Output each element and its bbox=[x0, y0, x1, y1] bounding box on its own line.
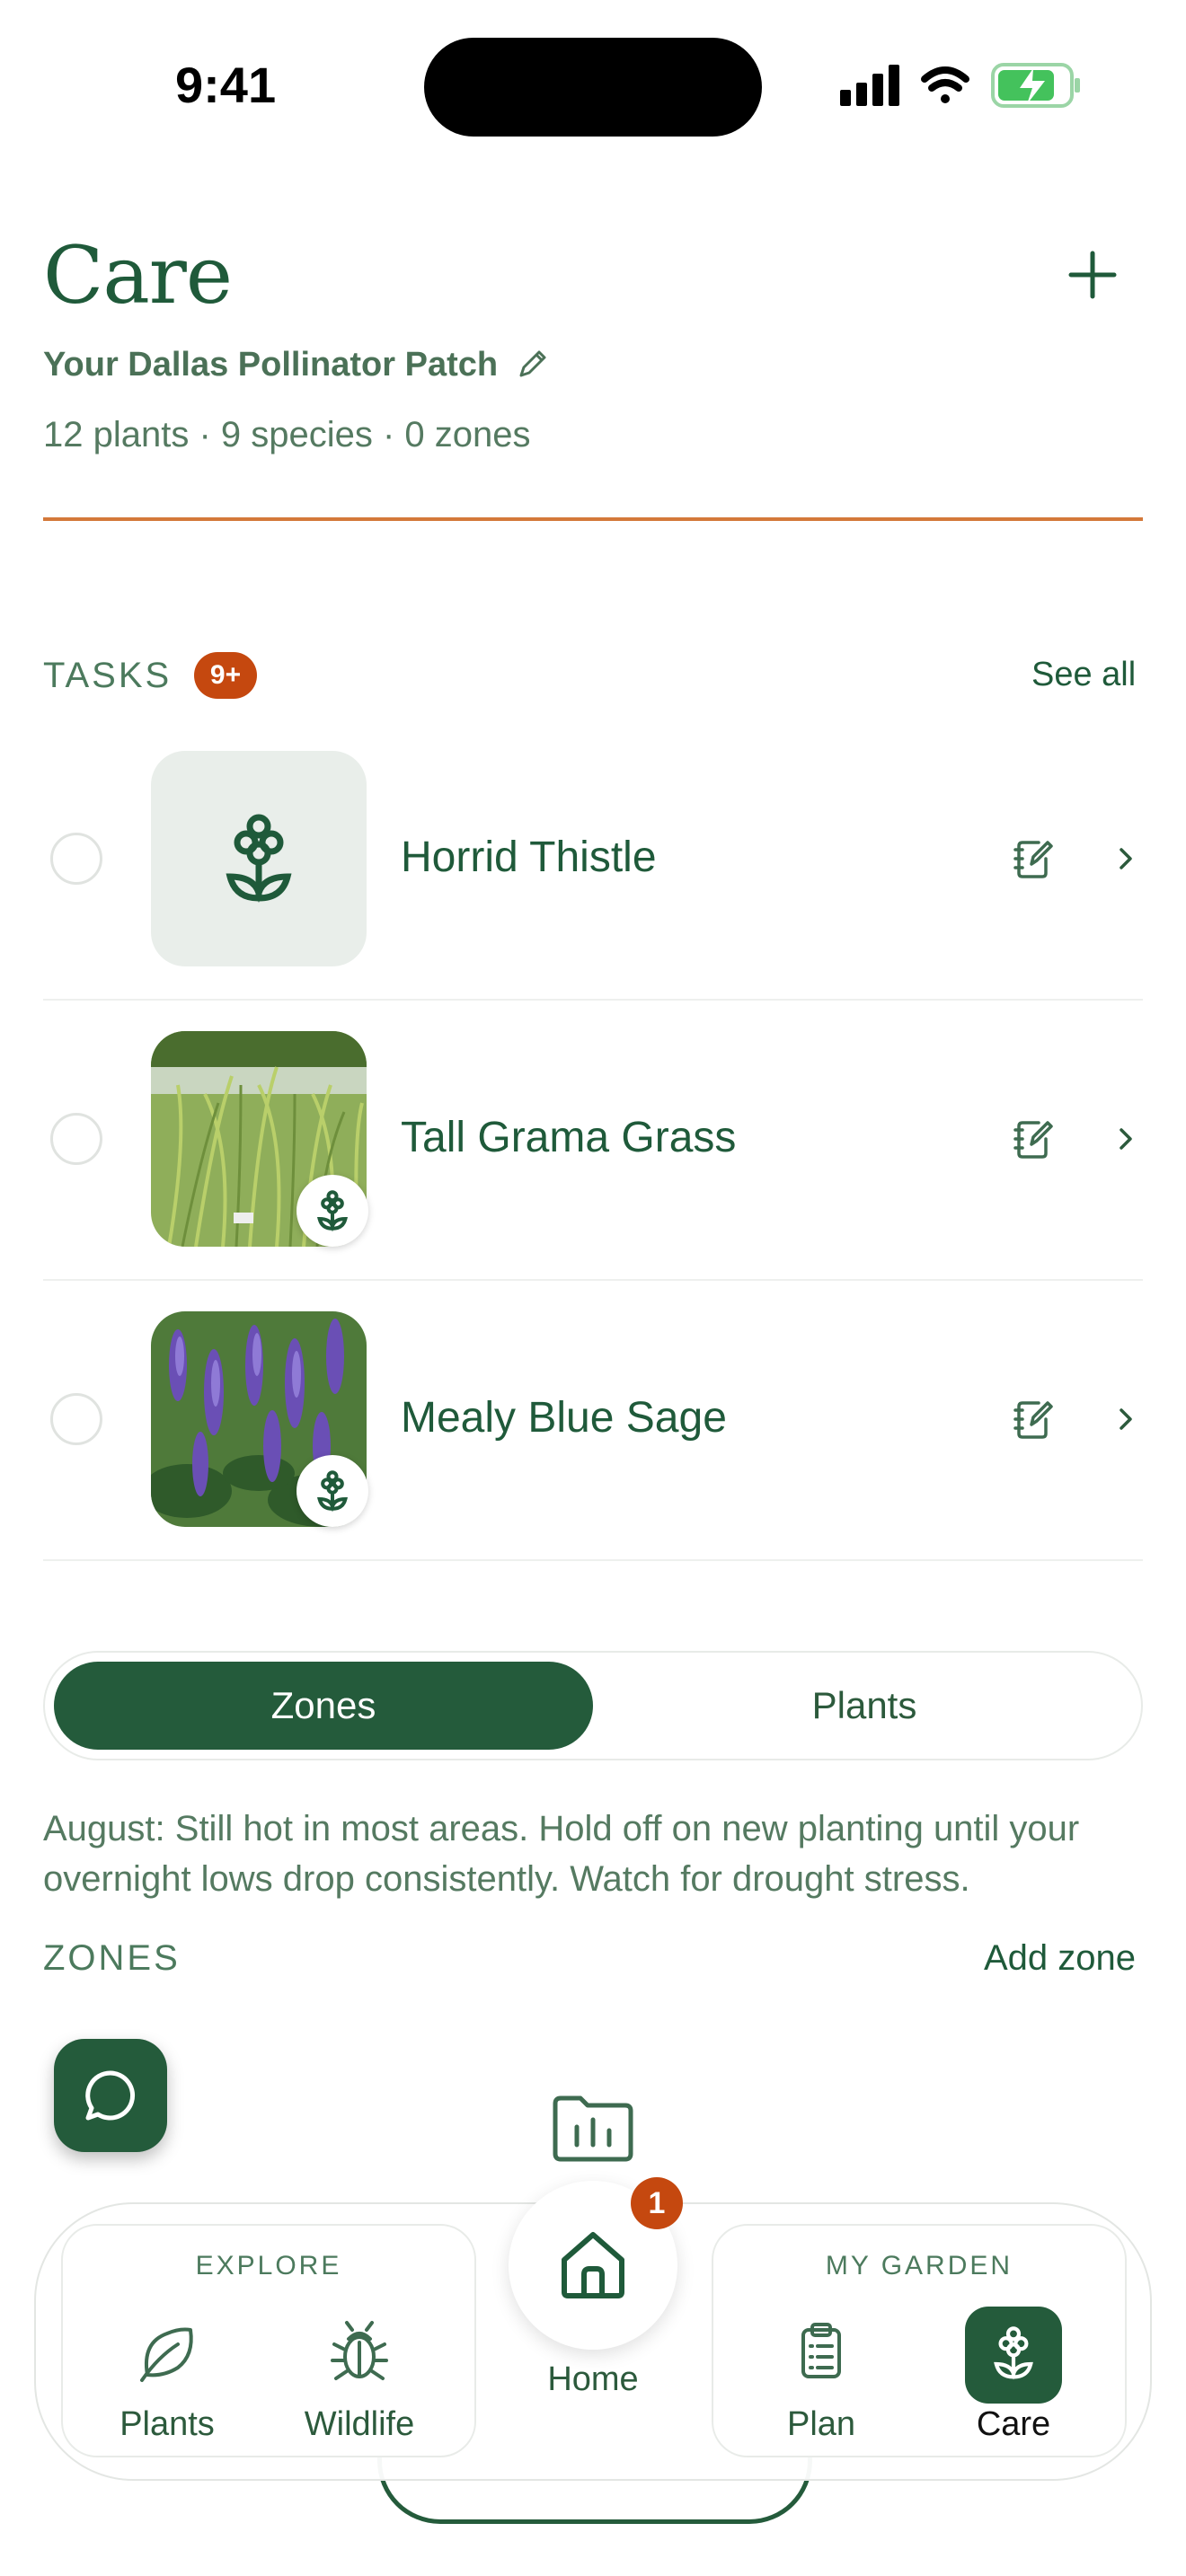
seasonal-advice: August: Still hot in most areas. Hold of… bbox=[43, 1809, 1080, 1899]
task-row[interactable]: Horrid Thistle bbox=[43, 719, 1143, 1001]
tasks-heading: TASKS bbox=[43, 656, 173, 695]
chevron-right-icon[interactable] bbox=[1112, 841, 1139, 877]
task-checkbox[interactable] bbox=[50, 1393, 102, 1445]
chevron-right-icon[interactable] bbox=[1112, 1121, 1139, 1157]
note-edit-icon[interactable] bbox=[1012, 1117, 1055, 1160]
task-row[interactable]: Mealy Blue Sage bbox=[43, 1279, 1143, 1561]
see-all-link[interactable]: See all bbox=[1031, 656, 1136, 694]
care-active-indicator bbox=[965, 2307, 1062, 2404]
folder-chart-icon[interactable] bbox=[550, 2093, 636, 2165]
pencil-icon[interactable] bbox=[516, 347, 550, 381]
add-zone-link[interactable]: Add zone bbox=[984, 1938, 1136, 1979]
status-icons bbox=[840, 63, 1080, 108]
wifi-icon bbox=[921, 66, 969, 103]
explore-group: EXPLORE Plants Wildlife bbox=[61, 2224, 476, 2457]
tab-plan-label: Plan bbox=[786, 2405, 856, 2443]
battery-icon bbox=[991, 63, 1080, 108]
signal-icon bbox=[840, 65, 899, 106]
note-edit-icon[interactable] bbox=[1012, 837, 1055, 880]
task-plant-name: Tall Grama Grass bbox=[401, 1114, 737, 1161]
tasks-count-badge: 9+ bbox=[194, 652, 257, 699]
chat-button[interactable] bbox=[54, 2039, 167, 2152]
zones-plants-toggle: Zones Plants bbox=[43, 1651, 1143, 1760]
tab-wildlife-label: Wildlife bbox=[304, 2405, 415, 2443]
flower-badge bbox=[296, 1175, 368, 1247]
segment-zones[interactable]: Zones bbox=[54, 1662, 593, 1750]
tab-plants-label: Plants bbox=[119, 2405, 215, 2443]
garden-stats: 12 plants · 9 species · 0 zones bbox=[43, 415, 531, 454]
note-edit-icon[interactable] bbox=[1012, 1398, 1055, 1441]
bug-icon bbox=[331, 2321, 388, 2380]
task-row[interactable]: Tall Grama Grass bbox=[43, 999, 1143, 1281]
divider bbox=[43, 517, 1143, 521]
page-title: Care bbox=[43, 229, 233, 322]
chat-icon bbox=[85, 2070, 136, 2121]
tab-wildlife[interactable]: Wildlife bbox=[270, 2298, 449, 2450]
tab-plants[interactable]: Plants bbox=[77, 2298, 257, 2450]
task-plant-name: Mealy Blue Sage bbox=[401, 1394, 727, 1442]
flower-badge bbox=[296, 1455, 368, 1527]
clipboard-icon bbox=[801, 2323, 841, 2378]
home-icon bbox=[562, 2232, 624, 2298]
leaf-icon bbox=[140, 2327, 193, 2382]
home-notification-badge: 1 bbox=[631, 2177, 683, 2229]
status-time: 9:41 bbox=[175, 57, 277, 113]
explore-title: EXPLORE bbox=[195, 2251, 342, 2280]
tab-plan[interactable]: Plan bbox=[731, 2298, 911, 2450]
task-checkbox[interactable] bbox=[50, 833, 102, 885]
home-label: Home bbox=[547, 2360, 639, 2398]
flower-icon bbox=[226, 814, 292, 904]
flower-icon bbox=[317, 1470, 348, 1513]
plant-placeholder-thumbnail bbox=[151, 751, 367, 966]
flower-icon bbox=[317, 1190, 348, 1232]
garden-name[interactable]: Your Dallas Pollinator Patch bbox=[43, 346, 498, 384]
add-icon[interactable] bbox=[1060, 243, 1125, 307]
task-checkbox[interactable] bbox=[50, 1113, 102, 1165]
flower-icon bbox=[994, 2326, 1033, 2380]
my-garden-group: MY GARDEN Plan Care bbox=[712, 2224, 1127, 2457]
tab-care-label: Care bbox=[976, 2405, 1051, 2443]
chevron-right-icon[interactable] bbox=[1112, 1401, 1139, 1437]
task-plant-name: Horrid Thistle bbox=[401, 834, 657, 881]
tab-care[interactable]: Care bbox=[924, 2298, 1103, 2450]
zones-heading: ZONES bbox=[43, 1938, 181, 1978]
my-garden-title: MY GARDEN bbox=[825, 2251, 1013, 2280]
segment-plants[interactable]: Plants bbox=[595, 1662, 1134, 1750]
dynamic-island bbox=[424, 38, 762, 137]
